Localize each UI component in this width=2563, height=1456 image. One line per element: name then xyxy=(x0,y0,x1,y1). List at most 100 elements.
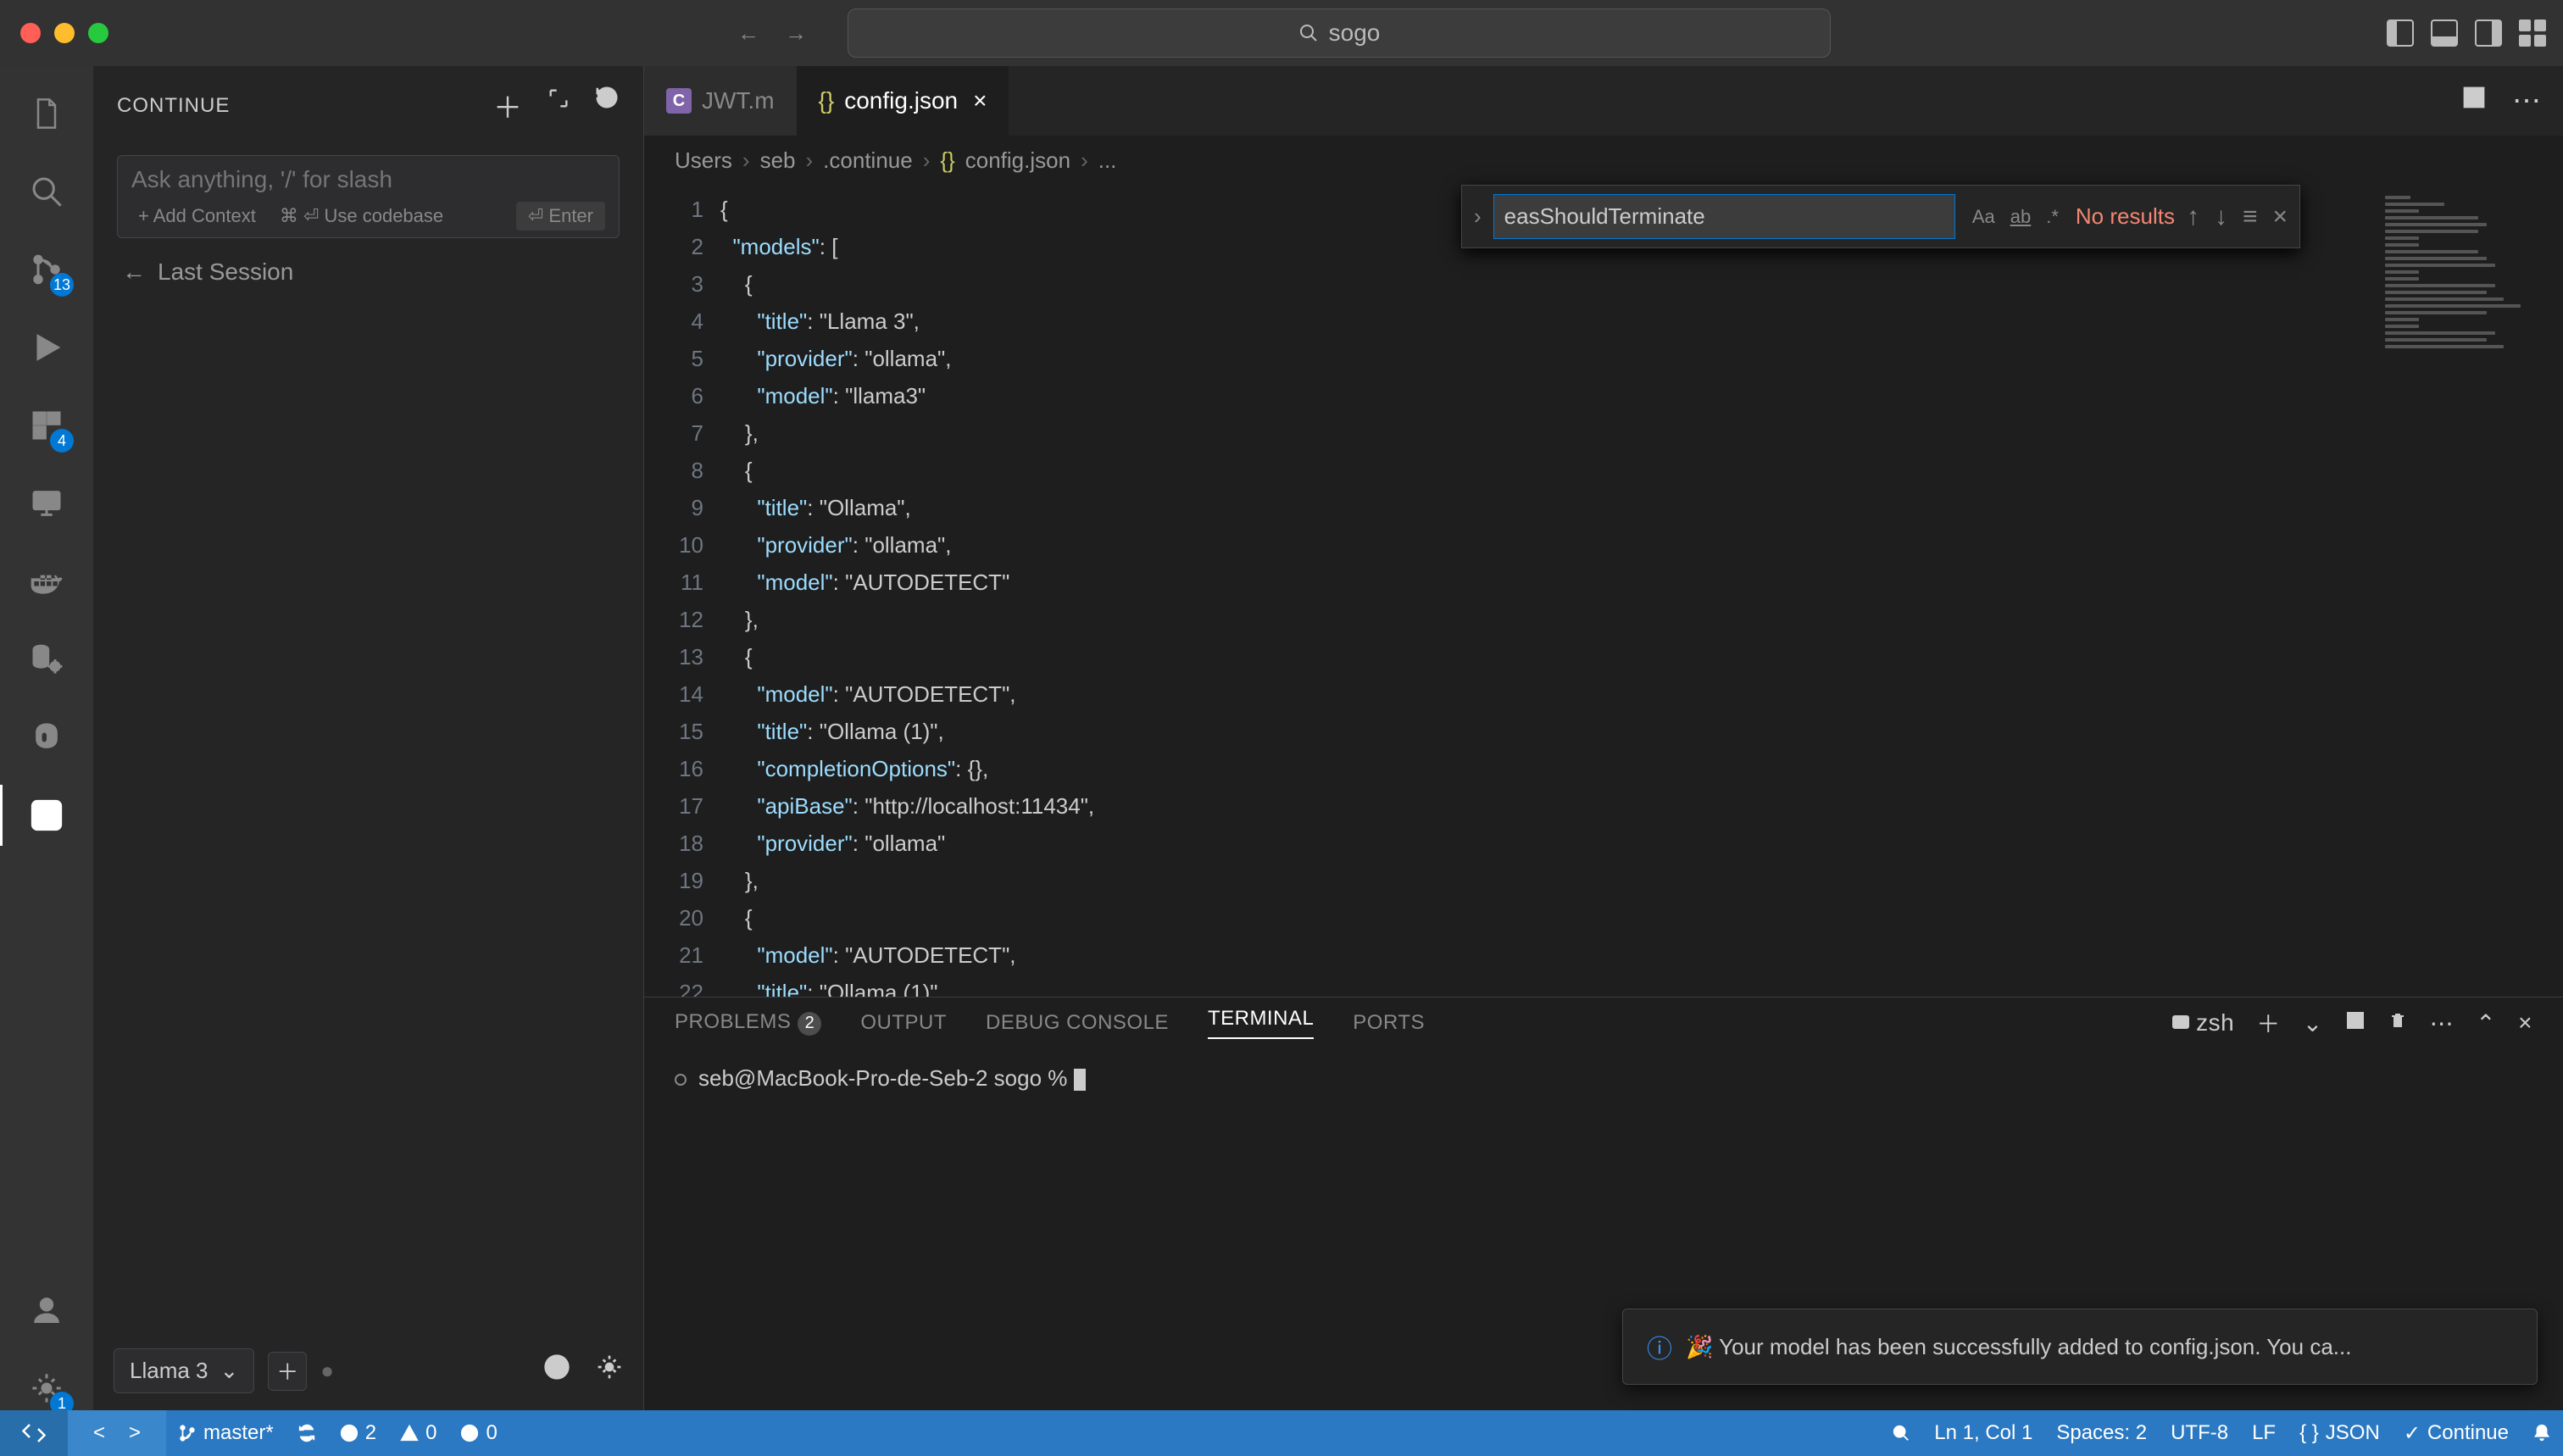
more-actions-icon[interactable]: ⋯ xyxy=(2512,84,2541,118)
status-spaces[interactable]: Spaces: 2 xyxy=(2044,1421,2159,1445)
ask-input[interactable] xyxy=(131,166,605,193)
add-model-button[interactable]: ＋ xyxy=(268,1352,307,1391)
toggle-secondary-sidebar-icon[interactable] xyxy=(2475,19,2502,47)
settings-gear-icon[interactable]: 1 xyxy=(25,1366,69,1410)
terminal-status-dot xyxy=(675,1074,687,1086)
sync-icon[interactable] xyxy=(286,1424,328,1442)
breadcrumb-item[interactable]: config.json xyxy=(965,147,1070,174)
toggle-primary-sidebar-icon[interactable] xyxy=(2387,19,2414,47)
breadcrumb-item[interactable]: Users xyxy=(675,147,732,174)
last-session-link[interactable]: ← Last Session xyxy=(93,238,643,306)
last-session-label: Last Session xyxy=(158,258,293,286)
docker-icon[interactable] xyxy=(25,559,69,603)
new-session-icon[interactable]: ＋ xyxy=(493,85,523,126)
git-branch[interactable]: master* xyxy=(166,1421,286,1445)
panel-tab-problems[interactable]: PROBLEMS2 xyxy=(675,1010,821,1036)
breadcrumb-item[interactable]: ... xyxy=(1098,147,1117,174)
close-panel-icon[interactable]: × xyxy=(2518,1009,2532,1036)
match-whole-word-icon[interactable]: ab xyxy=(2005,203,2036,231)
status-angle-left[interactable]: < xyxy=(81,1421,117,1445)
new-terminal-icon[interactable]: ＋ xyxy=(2256,1006,2281,1040)
ask-input-box[interactable]: + Add Context ⌘ ⏎ Use codebase ⏎ Enter xyxy=(117,155,620,238)
tab-jwt[interactable]: C JWT.m xyxy=(644,66,797,136)
zoom-window-button[interactable] xyxy=(88,23,108,43)
terminal-body[interactable]: seb@MacBook-Pro-de-Seb-2 sogo % xyxy=(644,1040,2563,1117)
continue-panel: CONTINUE ＋ + Add Context ⌘ ⏎ Use codebas… xyxy=(93,66,644,1410)
history-icon[interactable] xyxy=(594,85,620,126)
kill-terminal-icon[interactable] xyxy=(2388,1009,2408,1036)
minimap[interactable] xyxy=(2377,186,2563,997)
model-select[interactable]: Llama 3 ⌄ xyxy=(114,1348,254,1393)
split-terminal-icon[interactable] xyxy=(2345,1009,2366,1036)
notification-toast[interactable]: ⓘ 🎉 Your model has been successfully add… xyxy=(1622,1309,2538,1385)
find-close-icon[interactable]: × xyxy=(2272,203,2288,231)
split-editor-icon[interactable] xyxy=(2461,85,2487,118)
run-debug-icon[interactable] xyxy=(25,325,69,370)
status-warnings[interactable]: 0 xyxy=(388,1421,448,1445)
terminal-profile-icon[interactable]: zsh xyxy=(2171,1009,2234,1036)
status-encoding[interactable]: UTF-8 xyxy=(2159,1421,2240,1445)
match-case-icon[interactable]: Aa xyxy=(1967,203,2000,231)
scm-badge: 13 xyxy=(50,273,74,297)
find-prev-icon[interactable]: ↑ xyxy=(2187,203,2199,231)
gear-icon[interactable] xyxy=(596,1353,623,1388)
enter-hint: ⏎ Enter xyxy=(516,202,605,231)
panel-tab-terminal[interactable]: TERMINAL xyxy=(1208,1007,1314,1039)
status-cursor[interactable]: Ln 1, Col 1 xyxy=(1922,1421,2044,1445)
continue-icon[interactable] xyxy=(25,793,69,837)
find-next-icon[interactable]: ↓ xyxy=(2215,203,2227,231)
breadcrumb-item[interactable]: .continue xyxy=(823,147,913,174)
search-icon[interactable] xyxy=(25,169,69,214)
command-center-search[interactable]: sogo xyxy=(848,8,1831,58)
code-content[interactable]: { "models": [ { "title": "Llama 3", "pro… xyxy=(720,186,2377,997)
remote-explorer-icon[interactable] xyxy=(25,481,69,525)
regex-icon[interactable]: .* xyxy=(2041,203,2064,231)
toggle-panel-icon[interactable] xyxy=(2431,19,2458,47)
find-results-label: No results xyxy=(2076,203,2175,230)
status-angle-right[interactable]: > xyxy=(117,1421,153,1445)
status-language[interactable]: { } JSON xyxy=(2288,1421,2392,1445)
terminal-cursor xyxy=(1074,1069,1086,1091)
find-input[interactable] xyxy=(1493,194,1955,239)
status-errors[interactable]: 2 xyxy=(328,1421,388,1445)
minimize-window-button[interactable] xyxy=(54,23,75,43)
title-bar: ← → sogo xyxy=(0,0,2563,66)
status-ports[interactable]: 0 xyxy=(448,1421,509,1445)
explorer-icon[interactable] xyxy=(25,92,69,136)
terminal-prompt: seb@MacBook-Pro-de-Seb-2 sogo % xyxy=(698,1065,1074,1091)
nav-forward-icon[interactable]: → xyxy=(785,20,807,47)
status-continue[interactable]: ✓ Continue xyxy=(2392,1421,2521,1446)
add-context-hint[interactable]: + Add Context xyxy=(131,203,263,229)
find-expand-icon[interactable]: › xyxy=(1474,203,1482,230)
remote-indicator[interactable] xyxy=(0,1410,68,1456)
close-window-button[interactable] xyxy=(20,23,41,43)
sql-tools-icon[interactable] xyxy=(25,637,69,681)
zoom-icon[interactable] xyxy=(1880,1424,1922,1442)
continue-footer: Llama 3 ⌄ ＋ ● xyxy=(93,1331,643,1410)
code-editor[interactable]: 1234567891011121314151617181920212223 { … xyxy=(644,186,2563,997)
breadcrumb-item[interactable]: seb xyxy=(760,147,796,174)
panel-tab-output[interactable]: OUTPUT xyxy=(860,1011,947,1035)
notifications-bell-icon[interactable] xyxy=(2521,1424,2563,1442)
status-eol[interactable]: LF xyxy=(2240,1421,2288,1445)
panel-tab-ports[interactable]: PORTS xyxy=(1353,1011,1425,1035)
objc-file-icon: C xyxy=(666,88,692,114)
accounts-icon[interactable] xyxy=(25,1288,69,1332)
panel-tab-debug-console[interactable]: DEBUG CONSOLE xyxy=(986,1011,1169,1035)
terminal-dropdown-icon[interactable]: ⌄ xyxy=(2303,1009,2323,1037)
close-tab-icon[interactable]: × xyxy=(973,87,987,114)
expand-icon[interactable] xyxy=(547,85,570,126)
line-gutter: 1234567891011121314151617181920212223 xyxy=(644,186,720,997)
copilot-icon[interactable] xyxy=(25,715,69,759)
source-control-icon[interactable]: 13 xyxy=(25,247,69,292)
help-icon[interactable] xyxy=(543,1353,570,1388)
nav-back-icon[interactable]: ← xyxy=(737,20,759,47)
extensions-icon[interactable]: 4 xyxy=(25,403,69,447)
find-selection-icon[interactable]: ≡ xyxy=(2243,203,2258,231)
more-terminal-icon[interactable]: ⋯ xyxy=(2430,1009,2455,1037)
breadcrumbs[interactable]: Users› seb› .continue› {} config.json› .… xyxy=(644,136,2563,186)
arrow-left-icon: ← xyxy=(122,258,146,286)
customize-layout-icon[interactable] xyxy=(2519,19,2546,47)
tab-config-json[interactable]: {} config.json × xyxy=(797,66,1009,136)
maximize-panel-icon[interactable]: ⌃ xyxy=(2476,1009,2496,1037)
